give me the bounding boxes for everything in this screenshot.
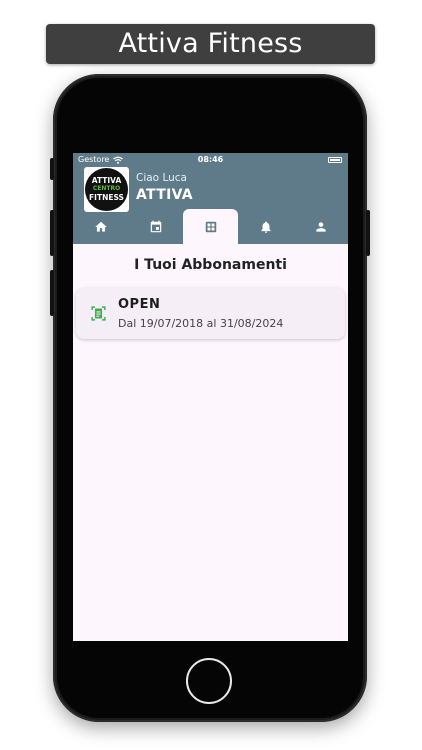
phone-home-button[interactable] <box>186 658 232 704</box>
status-bar: Gestore 08:46 <box>73 153 348 167</box>
subscription-name: OPEN <box>118 297 161 312</box>
phone-power-button <box>366 210 370 256</box>
logo-line-3: FITNESS <box>89 193 124 202</box>
tab-calendar[interactable] <box>128 209 183 244</box>
tab-subscriptions[interactable] <box>183 209 238 244</box>
gym-logo: ATTIVA CENTRO FITNESS <box>84 167 129 212</box>
home-icon <box>94 221 107 232</box>
calendar-icon <box>150 220 161 232</box>
bell-icon <box>260 220 271 233</box>
app-screen: Gestore 08:46 ATTIVA CENTRO FITNESS Ciao… <box>73 153 348 641</box>
logo-line-1: ATTIVA <box>91 176 122 185</box>
battery-icon <box>328 157 342 163</box>
tab-notifications[interactable] <box>238 209 293 244</box>
subscription-dates: Dal 19/07/2018 al 31/08/2024 <box>118 317 284 330</box>
status-time: 08:46 <box>197 155 224 164</box>
card-scan-icon <box>91 306 106 321</box>
tab-profile[interactable] <box>293 209 348 244</box>
logo-line-2: CENTRO <box>92 185 121 192</box>
phone-mute-switch <box>50 158 54 180</box>
phone-volume-down <box>50 270 54 316</box>
grid-icon <box>205 221 216 232</box>
app-header: Gestore 08:46 ATTIVA CENTRO FITNESS Ciao… <box>73 153 348 244</box>
app-title-banner: Attiva Fitness <box>46 24 375 64</box>
subscription-card[interactable]: OPEN Dal 19/07/2018 al 31/08/2024 <box>76 288 345 339</box>
phone-volume-up <box>50 210 54 256</box>
gym-name: ATTIVA <box>136 187 193 203</box>
tab-home[interactable] <box>73 209 128 244</box>
page-title: I Tuoi Abbonamenti <box>134 257 287 273</box>
person-icon <box>315 221 326 232</box>
greeting-text: Ciao Luca <box>136 172 187 184</box>
